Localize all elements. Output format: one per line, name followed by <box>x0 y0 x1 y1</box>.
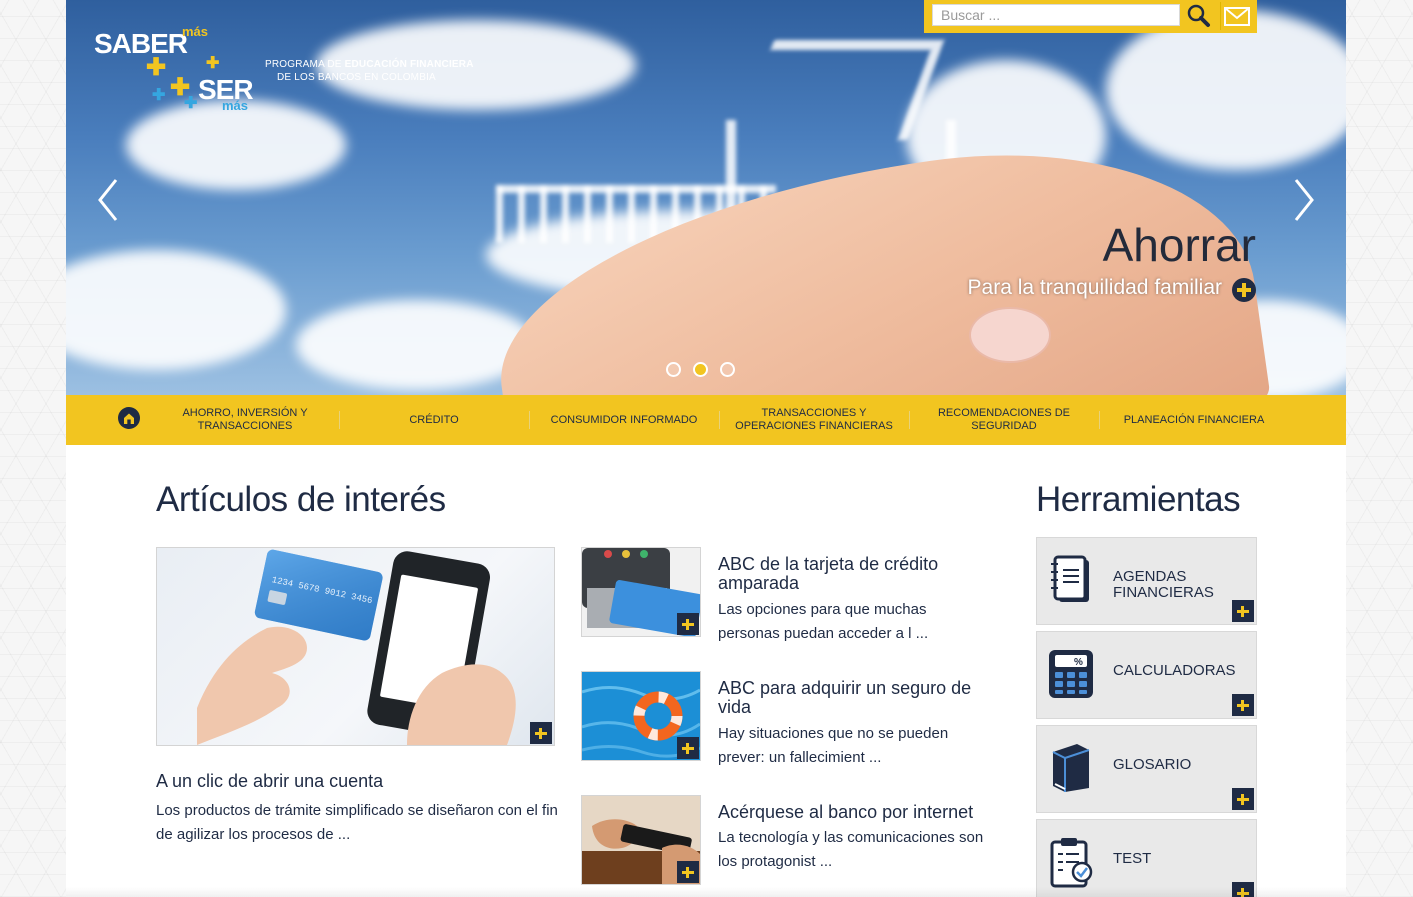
book-icon <box>1052 744 1090 792</box>
nav-item-planeacion[interactable]: PLANEACIÓN FINANCIERA <box>1099 395 1289 445</box>
article-2-desc: Hay situaciones que no se pueden prever:… <box>718 725 949 766</box>
articles-heading: Artículos de interés <box>156 480 446 519</box>
program-tagline: PROGRAMA DE EDUCACIÓN FINANCIERA DE LOS … <box>265 58 474 84</box>
home-button[interactable] <box>118 407 140 429</box>
search-input[interactable] <box>932 4 1180 26</box>
featured-article-title[interactable]: A un clic de abrir una cuenta <box>156 771 383 792</box>
slide-more-button[interactable] <box>1232 278 1256 302</box>
logo-mas-text: más <box>222 98 249 113</box>
nav-item-transacciones[interactable]: TRANSACCIONES Y OPERACIONES FINANCIERAS <box>719 395 909 445</box>
article-1-more-button[interactable] <box>677 613 699 635</box>
cloud-decoration <box>296 300 536 390</box>
tool-agendas[interactable]: AGENDAS FINANCIERAS <box>1036 537 1257 625</box>
slider-dot-3[interactable] <box>720 362 735 377</box>
nav-item-consumidor[interactable]: CONSUMIDOR INFORMADO <box>529 395 719 445</box>
article-2-title[interactable]: ABC para adquirir un seguro de vida <box>718 679 988 717</box>
nav-item-ahorro[interactable]: AHORRO, INVERSIÓN Y TRANSACCIONES <box>150 395 340 445</box>
tool-calculadoras[interactable]: % CALCULADORAS <box>1036 631 1257 719</box>
slider-next-button[interactable] <box>1292 178 1316 222</box>
nav-item-seguridad[interactable]: RECOMENDACIONES DE SEGURIDAD <box>909 395 1099 445</box>
logo-plus-icon: ✚ <box>184 95 198 112</box>
featured-article-image[interactable]: 1234 5678 9012 3456 <box>156 547 555 746</box>
slider-dot-2[interactable] <box>693 362 708 377</box>
article-3-more-button[interactable] <box>677 861 699 883</box>
article-3-thumb[interactable] <box>581 795 701 885</box>
nav-item-credito[interactable]: CRÉDITO <box>339 395 529 445</box>
tool-glosario[interactable]: GLOSARIO <box>1036 725 1257 813</box>
slide-subtitle[interactable]: Para la tranquilidad familiar <box>968 276 1222 300</box>
article-2-more-button[interactable] <box>677 737 699 759</box>
featured-more-button[interactable] <box>530 722 552 744</box>
home-icon <box>124 413 134 424</box>
contact-mail-button[interactable] <box>1220 2 1253 30</box>
tool-test[interactable]: TEST <box>1036 819 1257 897</box>
cloud-decoration <box>1106 10 1346 170</box>
logo-plus-icon: ✚ <box>206 55 220 72</box>
chevron-right-icon <box>1294 179 1314 221</box>
tool-calculadoras-more-button[interactable] <box>1232 694 1254 716</box>
notebook-icon <box>1051 555 1089 602</box>
slider-prev-button[interactable] <box>96 178 120 222</box>
featured-article-desc: Los productos de trámite simplificado se… <box>156 802 558 843</box>
calculator-icon: % <box>1049 650 1093 698</box>
svg-text:%: % <box>1074 657 1083 668</box>
hands-card-phone-image: 1234 5678 9012 3456 <box>197 549 516 745</box>
slider-dots <box>666 362 735 377</box>
slide-title: Ahorrar <box>1102 219 1256 271</box>
clipboard-icon <box>1050 838 1093 888</box>
tool-calculadoras-label: CALCULADORAS <box>1113 662 1236 679</box>
article-1-title[interactable]: ABC de la tarjeta de crédito amparada <box>718 555 988 593</box>
chevron-left-icon <box>98 179 118 221</box>
logo-mas-text: más <box>182 24 209 39</box>
article-1-desc: Las opciones para que muchas personas pu… <box>718 601 929 642</box>
page-bottom-shadow <box>66 887 1346 897</box>
tools-heading: Herramientas <box>1036 480 1241 519</box>
hand-nail-decoration <box>969 307 1051 363</box>
tool-glosario-label: GLOSARIO <box>1113 756 1192 773</box>
page: SABER más ✚ ✚ ✚ ✚ ✚ SER más PROGRAMA DE … <box>66 0 1346 897</box>
logo-saber-text: SABER <box>94 28 188 59</box>
logo-plus-icon: ✚ <box>146 54 167 81</box>
cloud-decoration <box>126 100 346 190</box>
article-3-title[interactable]: Acérquese al banco por internet <box>718 803 988 822</box>
plus-icon <box>1237 283 1251 297</box>
hero-slider[interactable]: SABER más ✚ ✚ ✚ ✚ ✚ SER más PROGRAMA DE … <box>66 0 1346 395</box>
search-bar <box>924 0 1257 33</box>
main-nav: AHORRO, INVERSIÓN Y TRANSACCIONES CRÉDIT… <box>66 395 1346 445</box>
program-line2: DE LOS BANCOS EN COLOMBIA <box>277 72 436 83</box>
article-1-thumb[interactable] <box>581 547 701 637</box>
cloud-decoration <box>66 250 286 370</box>
cloud-roof-decoration <box>737 40 945 140</box>
tool-test-label: TEST <box>1113 850 1152 867</box>
program-line1-prefix: PROGRAMA DE <box>265 59 345 70</box>
magnifier-icon <box>1187 4 1210 27</box>
tool-glosario-more-button[interactable] <box>1232 788 1254 810</box>
program-line1-bold: EDUCACIÓN FINANCIERA <box>344 59 474 70</box>
tool-agendas-label: AGENDAS FINANCIERAS <box>1113 568 1214 601</box>
article-3-desc: La tecnología y las comunicaciones son l… <box>718 829 984 870</box>
tool-agendas-more-button[interactable] <box>1232 600 1254 622</box>
search-button[interactable] <box>1184 2 1214 30</box>
slider-dot-1[interactable] <box>666 362 681 377</box>
envelope-icon <box>1224 7 1250 26</box>
logo-plus-icon: ✚ <box>152 87 166 104</box>
article-2-thumb[interactable] <box>581 671 701 761</box>
